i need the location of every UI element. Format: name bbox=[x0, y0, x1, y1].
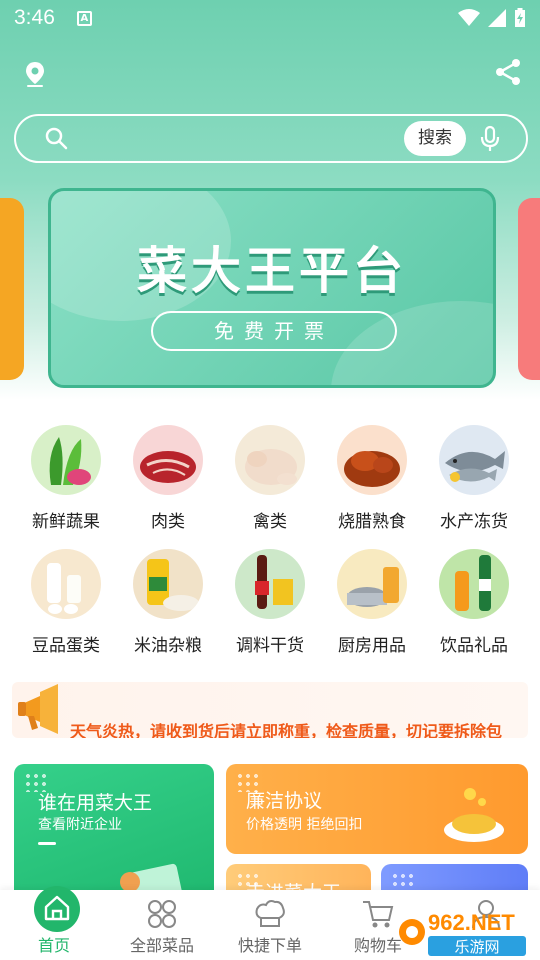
card-decoration bbox=[391, 872, 415, 892]
seafood-icon bbox=[439, 425, 509, 495]
integrity-agreement-card[interactable]: 廉洁协议 价格透明 拒绝回扣 bbox=[226, 764, 528, 854]
vegetables-icon bbox=[31, 425, 101, 495]
category-item[interactable]: 米油杂粮 bbox=[118, 549, 218, 656]
category-label: 肉类 bbox=[151, 512, 185, 532]
card-subtitle: 查看附近企业 bbox=[38, 817, 122, 833]
location-icon[interactable] bbox=[24, 60, 46, 88]
banner-title: 菜大王平台 bbox=[137, 242, 407, 300]
wifi-icon bbox=[458, 9, 480, 26]
category-item[interactable]: 豆品蛋类 bbox=[16, 549, 116, 656]
shopping-cart-icon bbox=[363, 901, 394, 928]
category-label: 厨房用品 bbox=[338, 636, 406, 656]
category-label: 调料干货 bbox=[236, 636, 304, 656]
drinks-icon bbox=[439, 549, 509, 619]
category-item[interactable]: 新鲜蔬果 bbox=[16, 425, 116, 532]
carousel-prev-card[interactable] bbox=[0, 198, 24, 380]
card-accent-bar bbox=[38, 842, 56, 845]
category-label: 水产冻货 bbox=[440, 512, 508, 532]
category-item[interactable]: 禽类 bbox=[220, 425, 320, 532]
roast-meat-icon bbox=[337, 425, 407, 495]
category-item[interactable]: 烧腊熟食 bbox=[322, 425, 422, 532]
category-label: 米油杂粮 bbox=[134, 636, 202, 656]
meat-icon bbox=[133, 425, 203, 495]
search-bar[interactable]: 搜索 bbox=[14, 114, 528, 163]
microphone-icon[interactable] bbox=[480, 125, 500, 153]
banner-invoice-button[interactable]: 免费开票 bbox=[151, 311, 397, 351]
watermark-logo: 962.NET 乐游网 bbox=[399, 910, 526, 956]
grid-clover-icon bbox=[148, 900, 176, 928]
who-uses-card[interactable]: 谁在用菜大王 查看附近企业 bbox=[14, 764, 214, 904]
status-right bbox=[458, 8, 526, 28]
category-item[interactable]: 水产冻货 bbox=[424, 425, 524, 532]
megaphone-icon bbox=[18, 684, 58, 734]
notice-bar[interactable]: 天气炎热，请收到货后请立即称重，检查质量，切记要拆除包 bbox=[12, 682, 528, 738]
search-icon bbox=[45, 127, 68, 150]
top-bar bbox=[0, 52, 540, 92]
watermark-bottom: 乐游网 bbox=[454, 938, 499, 956]
notification-a-icon: A bbox=[76, 10, 92, 26]
signal-icon bbox=[488, 9, 506, 27]
tab-all-dishes[interactable]: 全部菜品 bbox=[112, 890, 212, 960]
tab-label: 首页 bbox=[37, 936, 70, 955]
card-title: 谁在用菜大王 bbox=[38, 792, 153, 814]
battery-icon bbox=[515, 8, 525, 27]
card-subtitle: 价格透明 拒绝回扣 bbox=[246, 817, 363, 833]
tab-home[interactable]: 首页 bbox=[4, 886, 104, 960]
coin-dish-icon bbox=[444, 788, 504, 842]
status-bar: 3:46 A bbox=[0, 0, 540, 36]
poultry-icon bbox=[235, 425, 305, 495]
rice-oil-icon bbox=[133, 549, 203, 619]
card-title: 廉洁协议 bbox=[246, 790, 323, 812]
tab-label: 全部菜品 bbox=[129, 936, 194, 955]
watermark-top: 962.NET bbox=[428, 910, 515, 935]
dairy-eggs-icon bbox=[31, 549, 101, 619]
category-label: 烧腊熟食 bbox=[338, 512, 406, 532]
notice-text: 天气炎热，请收到货后请立即称重，检查质量，切记要拆除包 bbox=[70, 722, 503, 738]
category-label: 新鲜蔬果 bbox=[32, 512, 100, 532]
category-item[interactable]: 饮品礼品 bbox=[424, 549, 524, 656]
chef-hat-icon bbox=[255, 900, 285, 927]
tab-quick-order[interactable]: 快捷下单 bbox=[220, 890, 320, 960]
share-icon[interactable] bbox=[494, 58, 522, 86]
status-time: 3:46 bbox=[14, 6, 55, 29]
category-item[interactable]: 调料干货 bbox=[220, 549, 320, 656]
category-label: 豆品蛋类 bbox=[32, 636, 100, 656]
kitchenware-icon bbox=[337, 549, 407, 619]
category-label: 饮品礼品 bbox=[440, 636, 508, 656]
seasoning-icon bbox=[235, 549, 305, 619]
search-button[interactable]: 搜索 bbox=[404, 121, 466, 156]
category-item[interactable]: 厨房用品 bbox=[322, 549, 422, 656]
tab-label: 快捷下单 bbox=[237, 936, 302, 955]
promo-banner[interactable]: 菜大王平台 免费开票 bbox=[48, 188, 496, 388]
home-icon bbox=[44, 895, 70, 921]
category-label: 禽类 bbox=[253, 512, 287, 532]
category-item[interactable]: 肉类 bbox=[118, 425, 218, 532]
carousel-next-card[interactable] bbox=[518, 198, 540, 380]
